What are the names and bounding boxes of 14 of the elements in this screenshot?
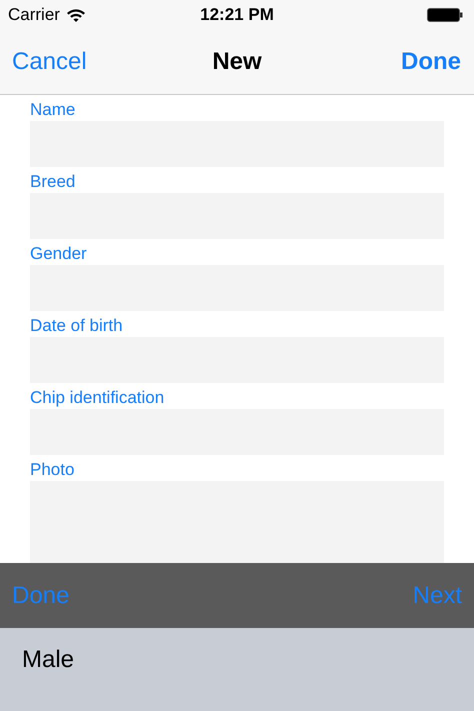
cancel-button[interactable]: Cancel <box>12 44 87 80</box>
carrier-label: Carrier <box>8 4 60 26</box>
field-label: Chip identification <box>30 388 164 409</box>
field-label: Name <box>30 100 76 121</box>
done-button[interactable]: Done <box>401 44 462 80</box>
field-label: Date of birth <box>30 316 123 337</box>
battery-icon <box>427 8 463 22</box>
field-label: Photo <box>30 460 74 481</box>
screen-title: New <box>212 47 262 77</box>
clock-label: 12:21 PM <box>200 4 274 26</box>
picker-option[interactable]: Male <box>0 642 96 678</box>
field-label: Gender <box>30 244 87 265</box>
field-label: Breed <box>30 172 76 193</box>
wifi-icon <box>66 8 86 22</box>
